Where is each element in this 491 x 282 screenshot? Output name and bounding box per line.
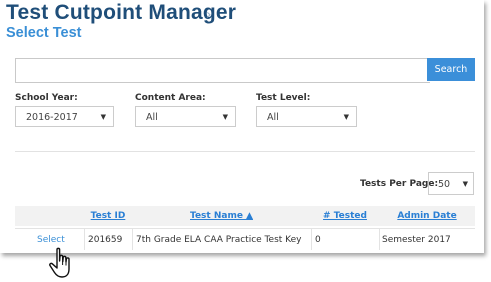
school-year-select[interactable]: 2016-2017 ▼ xyxy=(15,106,114,127)
search-button[interactable]: Search xyxy=(427,58,475,81)
content-area-value: All xyxy=(146,112,158,123)
divider xyxy=(15,151,475,152)
tests-per-page-value: 50 xyxy=(438,179,451,190)
test-name-cell: 7th Grade ELA CAA Practice Test Key xyxy=(136,235,302,245)
page-title: Test Cutpoint Manager xyxy=(6,1,237,24)
tests-per-page-select[interactable]: 50 ▼ xyxy=(428,172,474,195)
column-header-admin-date[interactable]: Admin Date xyxy=(379,206,475,226)
chevron-down-icon: ▼ xyxy=(100,113,106,121)
chevron-down-icon: ▼ xyxy=(222,113,228,121)
test-id-cell: 201659 xyxy=(88,235,123,245)
chevron-down-icon: ▼ xyxy=(462,180,468,188)
hand-pointer-icon xyxy=(49,247,70,278)
page-subtitle: Select Test xyxy=(6,25,82,41)
column-header-test-name[interactable]: Test Name ▲ xyxy=(132,206,311,226)
admin-date-cell: Semester 2017 xyxy=(382,235,451,245)
content-area-select[interactable]: All ▼ xyxy=(135,106,236,127)
cell-divider xyxy=(132,228,133,250)
cell-divider xyxy=(311,228,312,250)
chevron-down-icon: ▼ xyxy=(343,113,349,121)
cell-divider xyxy=(84,228,85,250)
test-level-select[interactable]: All ▼ xyxy=(256,106,357,127)
breadcrumb-chevron-icon: › xyxy=(206,7,212,23)
search-input[interactable] xyxy=(15,58,430,83)
cell-divider xyxy=(379,228,380,250)
column-header-action xyxy=(15,206,84,226)
school-year-label: School Year: xyxy=(15,93,78,103)
tests-per-page-label: Tests Per Page: xyxy=(360,179,439,189)
tested-cell: 0 xyxy=(315,235,321,245)
content-area-label: Content Area: xyxy=(135,93,206,103)
school-year-value: 2016-2017 xyxy=(26,112,78,123)
column-header-test-id[interactable]: Test ID xyxy=(84,206,132,226)
column-header-tested[interactable]: # Tested xyxy=(311,206,379,226)
test-level-label: Test Level: xyxy=(256,93,311,103)
table-header: Test ID Test Name ▲ # Tested Admin Date xyxy=(15,206,475,226)
test-cutpoint-panel: Test Cutpoint Manager › Select Test Sear… xyxy=(0,0,484,253)
test-level-value: All xyxy=(267,112,279,123)
